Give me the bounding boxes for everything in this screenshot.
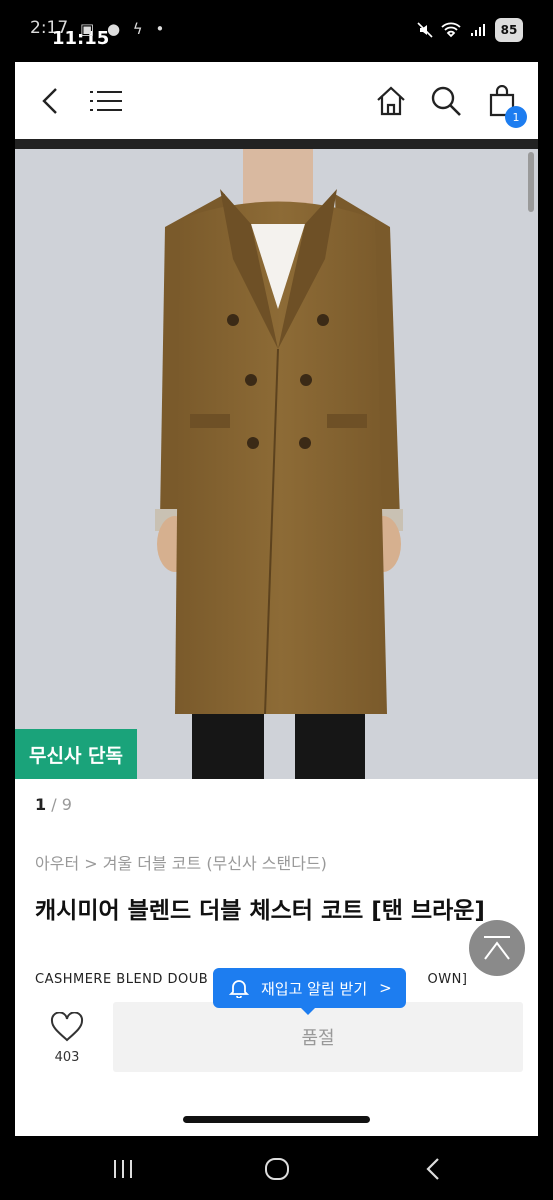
restock-alert-label: 재입고 알림 받기: [261, 979, 368, 998]
toast-pointer: [301, 1008, 315, 1015]
home-button-icon[interactable]: [262, 1154, 292, 1184]
chevron-right-icon: >: [379, 979, 392, 997]
image-pager: 1 / 9: [35, 795, 72, 814]
like-button[interactable]: 403: [45, 1011, 89, 1065]
back-chevron-icon[interactable]: [33, 84, 67, 118]
pager-separator: /: [51, 795, 57, 814]
heart-icon: [50, 1011, 84, 1042]
coat-illustration: [15, 149, 538, 779]
menu-icon[interactable]: [89, 84, 123, 118]
product-hero-image[interactable]: 무신사 단독: [15, 149, 538, 779]
cart-count-badge: 1: [505, 106, 527, 128]
product-title: 캐시미어 블렌드 더블 체스터 코트 [탠 브라운]: [35, 898, 485, 924]
pager-current: 1: [35, 795, 47, 814]
battery-indicator: 85: [495, 18, 523, 42]
app-screen: 1 무신사 단독 1 / 9 아우터 > 겨울 더블 코트 (무신사 스탠다드)…: [15, 62, 538, 1136]
header-divider: [15, 139, 538, 149]
english-name-right: OWN]: [427, 972, 468, 987]
soldout-button[interactable]: 품절: [113, 1002, 523, 1072]
back-button-icon[interactable]: [418, 1154, 448, 1184]
home-indicator[interactable]: [183, 1116, 370, 1123]
mute-icon: [417, 22, 433, 38]
bell-icon: [229, 980, 249, 998]
signal-icon: [471, 24, 485, 36]
restock-alert-button[interactable]: 재입고 알림 받기 >: [213, 968, 406, 1015]
status-right-icons: 85: [417, 18, 523, 42]
cart-icon[interactable]: 1: [485, 84, 527, 128]
notification-icons: ▣ ● ϟ •: [80, 20, 169, 38]
scroll-to-top-button[interactable]: [469, 920, 525, 976]
english-name-left: CASHMERE BLEND DOUB: [35, 972, 209, 987]
category-breadcrumb[interactable]: 아우터 > 겨울 더블 코트 (무신사 스탠다드): [35, 850, 327, 874]
system-navigation-bar: [0, 1136, 553, 1200]
home-icon[interactable]: [374, 84, 408, 118]
wifi-icon: [441, 22, 461, 38]
search-icon[interactable]: [429, 84, 463, 118]
like-count: 403: [54, 1050, 80, 1065]
recent-apps-icon[interactable]: [108, 1154, 138, 1184]
scrollbar-thumb[interactable]: [528, 152, 534, 212]
status-bar: 2:17 11:15 ▣ ● ϟ • 85: [0, 0, 553, 62]
top-header: 1: [15, 62, 538, 140]
pager-total: 9: [61, 795, 72, 814]
arrow-up-icon: [484, 936, 510, 960]
exclusive-badge: 무신사 단독: [15, 729, 138, 779]
